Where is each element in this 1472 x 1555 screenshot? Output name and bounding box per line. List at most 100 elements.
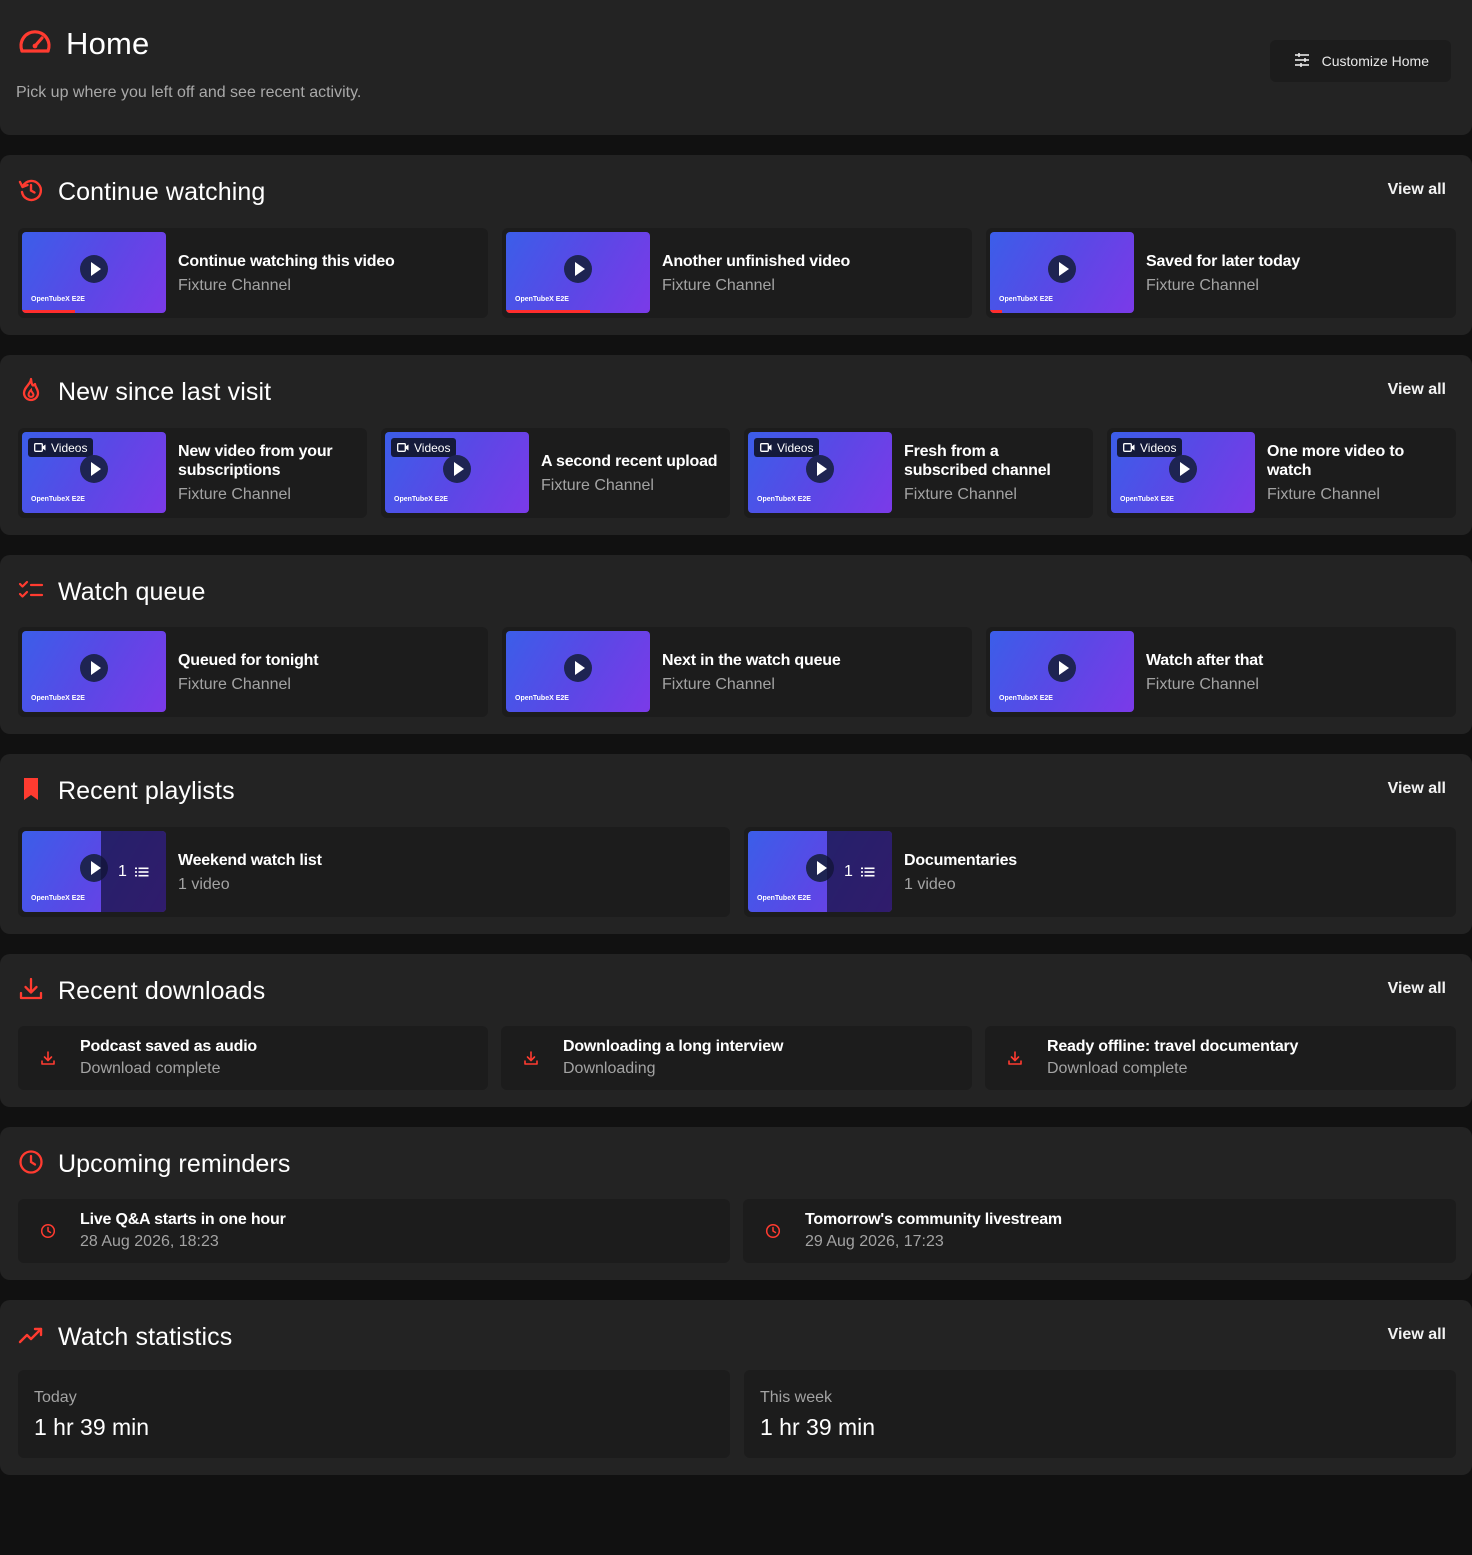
speedometer-icon — [18, 27, 52, 62]
video-thumbnail: Videos OpenTubeX E2E — [1111, 432, 1255, 513]
video-thumbnail: Videos OpenTubeX E2E — [385, 432, 529, 513]
video-title: Saved for later today — [1146, 252, 1301, 270]
video-title: Next in the watch queue — [662, 651, 841, 669]
customize-home-button[interactable]: Customize Home — [1269, 40, 1451, 82]
videos-tag: Videos — [1117, 438, 1183, 457]
video-card[interactable]: OpenTubeX E2E Queued for tonight Fixture… — [18, 627, 488, 717]
stat-label: Today — [34, 1389, 77, 1406]
video-thumbnail: OpenTubeX E2E — [506, 232, 650, 313]
thumbnail-brand: OpenTubeX E2E — [757, 895, 811, 902]
channel-name: Fixture Channel — [662, 675, 775, 693]
watch-progress-bar — [506, 310, 590, 313]
video-camera-icon — [34, 443, 46, 452]
section-title: Recent playlists — [58, 776, 235, 805]
watch-progress-bar — [22, 310, 76, 313]
video-card[interactable]: OpenTubeX E2E Next in the watch queue Fi… — [502, 627, 972, 717]
thumbnail-brand: OpenTubeX E2E — [999, 296, 1053, 303]
video-card[interactable]: OpenTubeX E2E Another unfinished video F… — [502, 228, 972, 318]
reminder-title: Tomorrow's community livestream — [805, 1211, 1062, 1228]
videos-tag: Videos — [391, 438, 457, 457]
view-all-link[interactable]: View all — [1388, 1326, 1446, 1344]
continue-watching-section: Continue watching View all OpenTubeX E2E… — [0, 155, 1472, 335]
video-title: Queued for tonight — [178, 651, 319, 669]
video-card[interactable]: Videos OpenTubeX E2E New video from your… — [18, 428, 367, 518]
video-card[interactable]: OpenTubeX E2E Continue watching this vid… — [18, 228, 488, 318]
video-card[interactable]: Videos OpenTubeX E2E A second recent upl… — [381, 428, 730, 518]
playlist-card[interactable]: OpenTubeX E2E 1 Documentaries 1 video — [744, 827, 1456, 917]
video-card[interactable]: Videos OpenTubeX E2E One more video to w… — [1107, 428, 1456, 518]
section-title: Upcoming reminders — [58, 1149, 291, 1178]
trending-up-icon — [18, 1325, 44, 1350]
videos-tag: Videos — [754, 438, 820, 457]
channel-name: Fixture Channel — [1267, 486, 1380, 503]
video-thumbnail: Videos OpenTubeX E2E — [22, 432, 166, 513]
video-thumbnail: OpenTubeX E2E — [22, 232, 166, 313]
view-all-link[interactable]: View all — [1388, 181, 1446, 199]
stat-card-this-week: This week 1 hr 39 min — [744, 1370, 1456, 1458]
channel-name: Fixture Channel — [178, 276, 291, 294]
video-title: New video from your subscriptions — [178, 443, 333, 479]
video-title: Another unfinished video — [662, 252, 851, 270]
video-thumbnail: Videos OpenTubeX E2E — [748, 432, 892, 513]
play-icon — [1048, 654, 1076, 682]
playlist-title: Documentaries — [904, 851, 1017, 869]
reminder-title: Live Q&A starts in one hour — [80, 1211, 286, 1228]
channel-name: Fixture Channel — [178, 675, 291, 693]
download-item[interactable]: Podcast saved as audio Download complete — [18, 1026, 488, 1090]
watch-progress-bar — [990, 310, 1002, 313]
thumbnail-brand: OpenTubeX E2E — [515, 296, 569, 303]
page-title-row: Home — [18, 26, 150, 62]
play-icon — [80, 255, 108, 283]
play-icon — [564, 654, 592, 682]
history-icon — [18, 177, 44, 208]
play-icon — [564, 255, 592, 283]
download-icon — [1007, 1050, 1023, 1071]
download-status: Download complete — [80, 1060, 221, 1077]
videos-tag-label: Videos — [51, 440, 88, 455]
video-card[interactable]: OpenTubeX E2E Watch after that Fixture C… — [986, 627, 1456, 717]
download-item[interactable]: Ready offline: travel documentary Downlo… — [985, 1026, 1456, 1090]
section-title: Recent downloads — [58, 976, 266, 1005]
playlist-card[interactable]: OpenTubeX E2E 1 Weekend watch list 1 vid… — [18, 827, 730, 917]
thumbnail-brand: OpenTubeX E2E — [31, 895, 85, 902]
video-title: Watch after that — [1146, 651, 1264, 669]
play-icon — [1169, 455, 1197, 483]
reminder-item[interactable]: Live Q&A starts in one hour 28 Aug 2026,… — [18, 1199, 730, 1263]
customize-home-label: Customize Home — [1321, 53, 1429, 69]
view-all-link[interactable]: View all — [1388, 980, 1446, 998]
sliders-icon — [1294, 52, 1322, 70]
reminder-item[interactable]: Tomorrow's community livestream 29 Aug 2… — [743, 1199, 1456, 1263]
download-item[interactable]: Downloading a long interview Downloading — [501, 1026, 972, 1090]
stat-value: 1 hr 39 min — [760, 1414, 876, 1440]
video-camera-icon — [1123, 443, 1135, 452]
upcoming-reminders-section: Upcoming reminders Live Q&A starts in on… — [0, 1127, 1472, 1280]
playlist-video-count: 1 video — [178, 875, 230, 893]
download-status: Downloading — [563, 1060, 656, 1077]
video-card[interactable]: OpenTubeX E2E Saved for later today Fixt… — [986, 228, 1456, 318]
video-thumbnail: OpenTubeX E2E — [506, 631, 650, 712]
view-all-link[interactable]: View all — [1388, 381, 1446, 399]
video-thumbnail: OpenTubeX E2E — [990, 232, 1134, 313]
stat-label: This week — [760, 1389, 833, 1406]
watch-queue-section: Watch queue OpenTubeX E2E Queued for ton… — [0, 555, 1472, 734]
videos-tag-label: Videos — [1140, 440, 1177, 455]
view-all-link[interactable]: View all — [1388, 780, 1446, 798]
playlist-title: Weekend watch list — [178, 851, 322, 869]
thumbnail-brand: OpenTubeX E2E — [757, 496, 811, 503]
play-icon — [80, 455, 108, 483]
playlist-count: 1 — [118, 862, 127, 880]
section-title: Continue watching — [58, 177, 266, 206]
download-icon — [523, 1050, 539, 1071]
list-icon — [134, 867, 149, 876]
video-title: A second recent upload — [541, 452, 718, 470]
video-thumbnail: OpenTubeX E2E — [990, 631, 1134, 712]
recent-downloads-section: Recent downloads View all Podcast saved … — [0, 954, 1472, 1107]
playlist-count-overlay: 1 — [827, 831, 892, 912]
video-card[interactable]: Videos OpenTubeX E2E Fresh from a subscr… — [744, 428, 1093, 518]
download-status: Download complete — [1047, 1060, 1188, 1077]
channel-name: Fixture Channel — [541, 476, 654, 494]
stat-value: 1 hr 39 min — [34, 1414, 150, 1440]
videos-tag-label: Videos — [414, 440, 451, 455]
channel-name: Fixture Channel — [1146, 276, 1259, 294]
thumbnail-brand: OpenTubeX E2E — [394, 496, 448, 503]
